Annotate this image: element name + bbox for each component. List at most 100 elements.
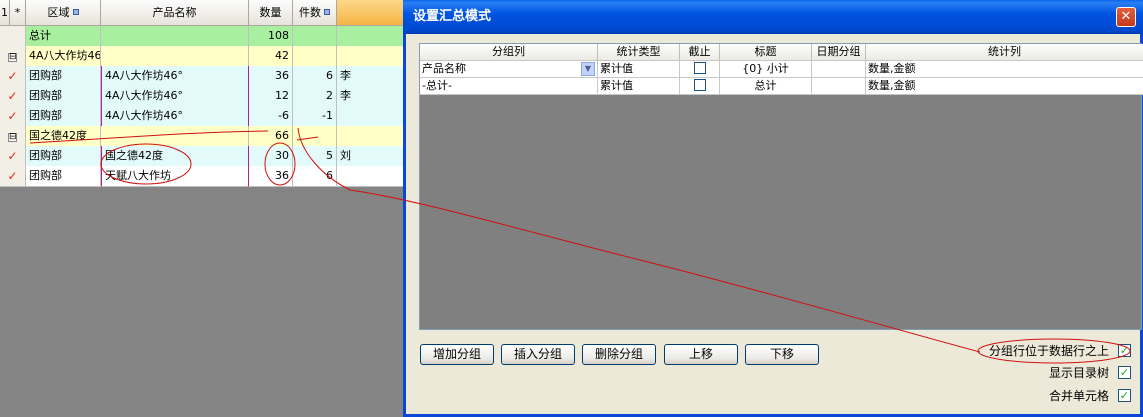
move-up-button[interactable]: 上移 — [664, 344, 738, 365]
grid-header-pieces[interactable]: 件数 — [293, 0, 337, 26]
row-indicator[interactable]: ✓ — [0, 106, 26, 127]
region-cell: 总计 — [26, 26, 101, 47]
extra-cell — [337, 26, 404, 47]
checkmark-icon: ✓ — [7, 169, 18, 183]
row-indicator[interactable]: ⊟ — [0, 46, 26, 67]
extra-cell — [337, 106, 404, 127]
region-cell: 团购部 — [26, 106, 101, 127]
grid-data-row[interactable]: ✓ 团购部 4A八大作坊46° -6 -1 — [0, 106, 404, 127]
stat-type-cell[interactable]: 累计值 — [598, 78, 680, 95]
lock-icon — [324, 9, 330, 15]
group-config-table: 分组列 统计类型 截止 标题 日期分组 统计列 产品名称 ▼ 累计值 {0} 小… — [419, 43, 1143, 330]
summary-mode-dialog: 设置汇总模式 ✕ 分组列 统计类型 截止 标题 日期分组 统计列 产品名称 ▼ … — [403, 0, 1143, 417]
grid-group-row[interactable]: ⊟ 国之德42度 66 — [0, 126, 404, 147]
col-header-date-group[interactable]: 日期分组 — [812, 44, 866, 61]
option-show-tree-checkbox[interactable]: ✓ — [1118, 366, 1131, 379]
grid-group-row[interactable]: ⊟ 4A八大作坊46° 42 — [0, 46, 404, 67]
row-indicator[interactable]: ✓ — [0, 146, 26, 167]
pieces-cell: 6 — [293, 66, 337, 87]
date-group-cell[interactable] — [812, 78, 866, 95]
checkmark-icon: ✓ — [7, 149, 18, 163]
cutoff-checkbox[interactable] — [693, 79, 706, 91]
product-cell: 4A八大作坊46° — [101, 86, 249, 107]
grid-data-row[interactable]: ✓ 团购部 4A八大作坊46° 12 2 李 — [0, 86, 404, 107]
col-header-stat-cols[interactable]: 统计列 — [866, 44, 1143, 61]
dialog-title: 设置汇总模式 — [403, 0, 1143, 34]
grid-header-row: 1 * 区域 产品名称 数量 件数 — [0, 0, 404, 26]
grid-header-region[interactable]: 区域 — [26, 0, 101, 26]
row-indicator[interactable]: ✓ — [0, 66, 26, 87]
grid-data-row[interactable]: ✓ 团购部 4A八大作坊46° 36 6 李 — [0, 66, 404, 87]
col-header-title[interactable]: 标题 — [720, 44, 812, 61]
region-cell: 团购部 — [26, 86, 101, 107]
add-group-button[interactable]: 增加分组 — [420, 344, 494, 365]
checkmark-icon: ✓ — [7, 89, 18, 103]
title-cell[interactable]: 总计 — [720, 78, 812, 95]
checkmark-icon: ✓ — [7, 69, 18, 83]
group-col-value: 产品名称 — [422, 62, 466, 75]
option-group-above-checkbox[interactable]: ✓ — [1118, 344, 1131, 357]
grid-header-extra[interactable] — [337, 0, 404, 26]
grid-header-rownum[interactable]: 1 — [0, 0, 10, 26]
quantity-cell: -6 — [249, 106, 293, 127]
region-cell: 国之德42度 — [26, 126, 101, 147]
option-merge-cells-label: 合并单元格 — [1048, 389, 1109, 403]
grid-header-quantity[interactable]: 数量 — [249, 0, 293, 26]
close-button[interactable]: ✕ — [1116, 7, 1136, 27]
extra-cell: 李 — [337, 86, 404, 107]
extra-cell: 刘 — [337, 146, 404, 167]
grid-data-row[interactable]: ✓ 团购部 天赋八大作坊 36 6 — [0, 166, 404, 187]
chevron-down-icon[interactable]: ▼ — [581, 62, 595, 76]
option-merge-cells[interactable]: 合并单元格 ✓ — [931, 388, 1131, 404]
grid-header-star[interactable]: * — [10, 0, 26, 26]
product-cell — [101, 126, 249, 147]
option-show-tree[interactable]: 显示目录树 ✓ — [931, 365, 1131, 381]
quantity-cell: 30 — [249, 146, 293, 167]
pieces-cell: 2 — [293, 86, 337, 107]
product-cell — [101, 46, 249, 67]
col-header-group-col[interactable]: 分组列 — [420, 44, 598, 61]
stat-type-cell[interactable]: 累计值 — [598, 61, 680, 78]
group-col-cell[interactable]: -总计- — [420, 78, 598, 95]
row-indicator[interactable] — [0, 26, 26, 47]
cutoff-cell — [680, 61, 720, 78]
stat-cols-cell[interactable]: 数量,金额 — [866, 78, 1143, 95]
cutoff-checkbox[interactable] — [693, 62, 706, 74]
quantity-cell: 36 — [249, 166, 293, 187]
product-cell: 国之德42度 — [101, 146, 249, 167]
date-group-cell[interactable] — [812, 61, 866, 78]
summary-grid: 1 * 区域 产品名称 数量 件数 总计 108 ⊟ 4A八大作坊46° 42 ✓ 团购部 4… — [0, 0, 404, 187]
row-indicator[interactable]: ⊟ — [0, 126, 26, 147]
grid-header-product[interactable]: 产品名称 — [101, 0, 249, 26]
grid-total-row[interactable]: 总计 108 — [0, 26, 404, 47]
product-cell: 天赋八大作坊 — [101, 166, 249, 187]
pieces-cell — [293, 126, 337, 147]
grid-data-row[interactable]: ✓ 团购部 国之德42度 30 5 刘 — [0, 146, 404, 167]
stat-cols-cell[interactable]: 数量,金额 — [866, 61, 1143, 78]
row-indicator[interactable]: ✓ — [0, 86, 26, 107]
title-cell[interactable]: {0} 小计 — [720, 61, 812, 78]
col-header-cutoff[interactable]: 截止 — [680, 44, 720, 61]
checkmark-icon: ✓ — [7, 109, 18, 123]
quantity-cell: 108 — [249, 26, 293, 47]
pieces-cell — [293, 46, 337, 67]
region-cell: 团购部 — [26, 146, 101, 167]
pieces-cell: 6 — [293, 166, 337, 187]
pieces-cell: 5 — [293, 146, 337, 167]
option-show-tree-label: 显示目录树 — [1048, 366, 1109, 380]
pieces-cell — [293, 26, 337, 47]
group-col-combo[interactable]: 产品名称 ▼ — [420, 61, 598, 78]
pieces-cell: -1 — [293, 106, 337, 127]
region-cell: 团购部 — [26, 66, 101, 87]
option-merge-cells-checkbox[interactable]: ✓ — [1118, 389, 1131, 402]
delete-group-button[interactable]: 删除分组 — [582, 344, 656, 365]
insert-group-button[interactable]: 插入分组 — [501, 344, 575, 365]
option-group-above-label: 分组行位于数据行之上 — [988, 344, 1109, 358]
move-down-button[interactable]: 下移 — [745, 344, 819, 365]
row-indicator[interactable]: ✓ — [0, 166, 26, 187]
col-header-stat-type[interactable]: 统计类型 — [598, 44, 680, 61]
config-row[interactable]: -总计- 累计值 总计 数量,金额 — [420, 78, 1143, 95]
product-cell — [101, 26, 249, 47]
option-group-above[interactable]: 分组行位于数据行之上 ✓ — [931, 343, 1131, 359]
config-row[interactable]: 产品名称 ▼ 累计值 {0} 小计 数量,金额 — [420, 61, 1143, 78]
